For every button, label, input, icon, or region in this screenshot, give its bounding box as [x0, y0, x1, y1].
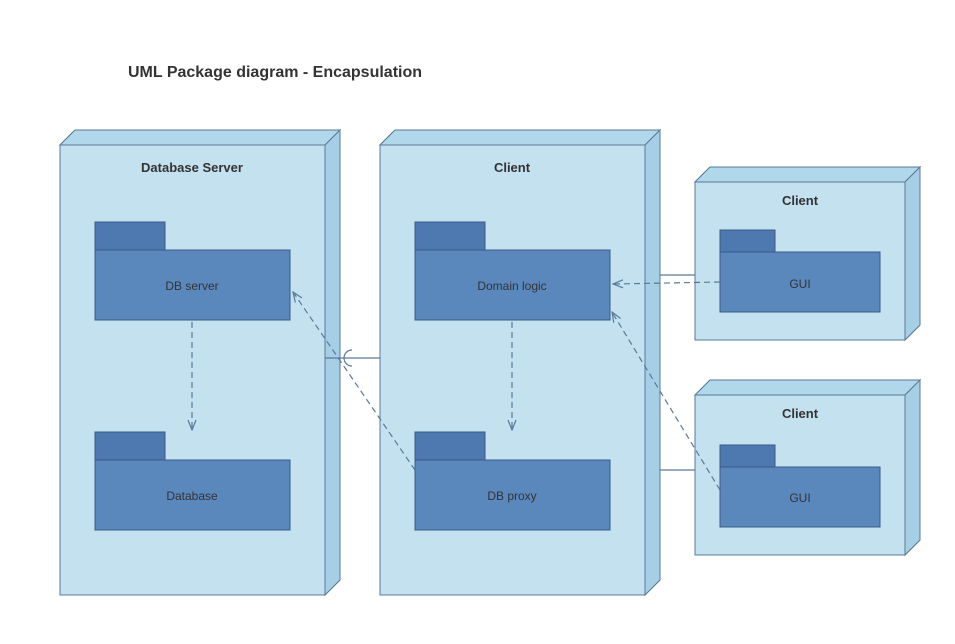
package-database-label: Database [166, 489, 218, 503]
package-gui-top-label: GUI [789, 277, 810, 291]
package-db-proxy-label: DB proxy [487, 489, 536, 503]
package-gui-bottom-label: GUI [789, 491, 810, 505]
package-db-server-label: DB server [165, 279, 218, 293]
diagram-svg: Database Server DB server Database Clien… [0, 0, 955, 644]
package-domain-logic-label: Domain logic [477, 279, 546, 293]
node-client-top-label: Client [782, 193, 819, 208]
node-client-main-label: Client [494, 160, 531, 175]
node-database-server-label: Database Server [141, 160, 243, 175]
node-client-bottom-label: Client [782, 406, 819, 421]
